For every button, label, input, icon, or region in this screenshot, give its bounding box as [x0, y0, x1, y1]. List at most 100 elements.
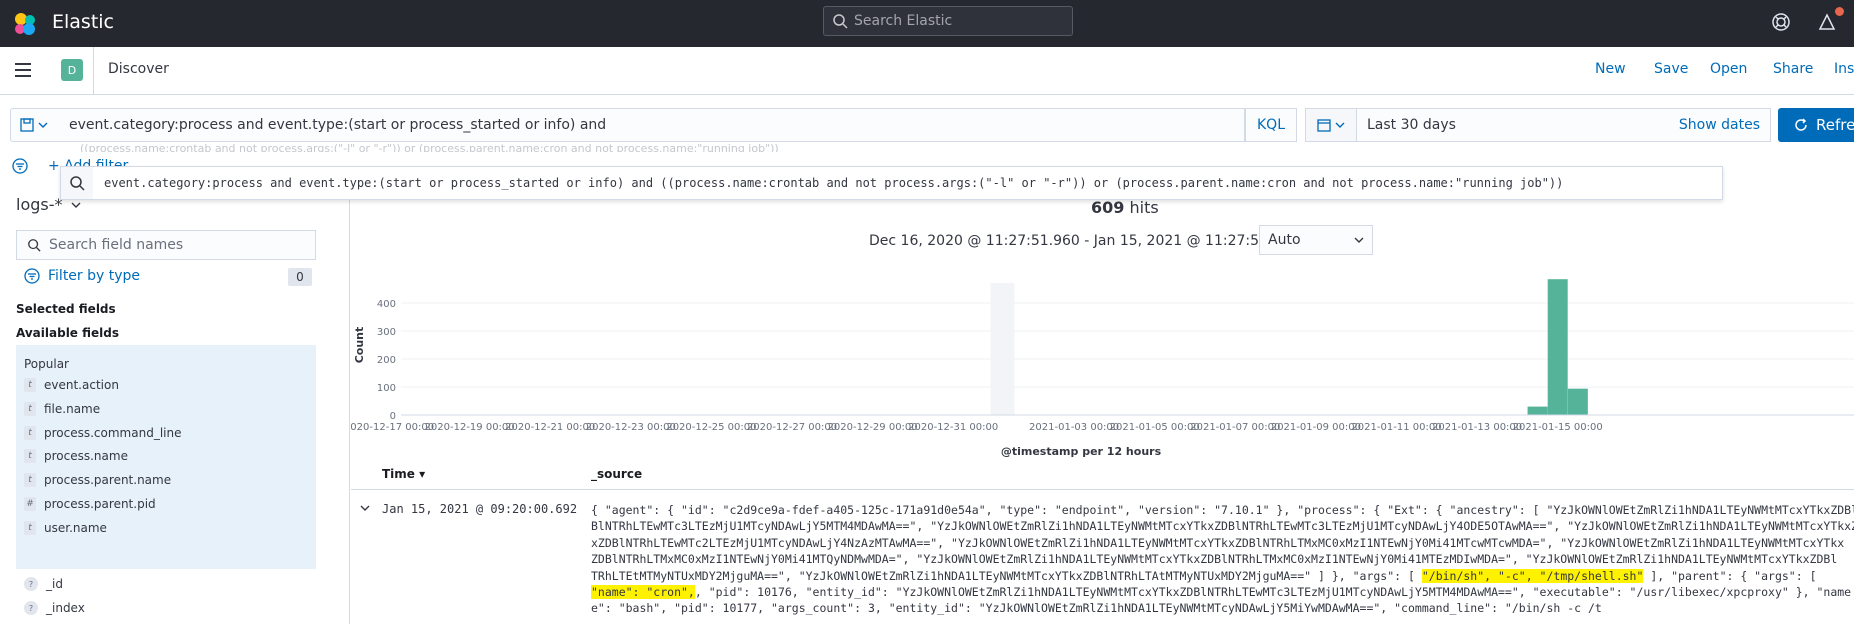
save-link[interactable]: Save: [1654, 61, 1688, 77]
query-input[interactable]: event.category:process and event.type:(s…: [57, 108, 1245, 142]
y-tick-label: 100: [377, 383, 396, 394]
field-item[interactable]: t file.name: [24, 399, 100, 419]
field-search-box[interactable]: [16, 230, 316, 260]
highlight-name: "name": "cron",: [591, 585, 695, 600]
hamburger-menu-icon[interactable]: [14, 61, 34, 79]
search-icon: [833, 14, 848, 29]
filter-count-badge: 0: [288, 268, 312, 286]
x-tick-label: 2020-12-27 00:00: [747, 422, 837, 433]
field-item[interactable]: # process.parent.pid: [24, 494, 156, 514]
time-band: [990, 283, 1015, 415]
x-tick-label: 2020-12-25 00:00: [666, 422, 756, 433]
available-fields-title: Available fields: [16, 326, 120, 340]
source-line: e": "bash", "pid": 10177, "args_count": …: [591, 601, 1602, 616]
field-sidebar: logs-* Filter by type 0 Selected fields …: [0, 190, 350, 624]
expand-row-icon[interactable]: [359, 502, 371, 514]
unknown-type-icon: ?: [24, 601, 38, 615]
elastic-logo-icon[interactable]: [12, 11, 38, 37]
chevron-down-icon: [38, 122, 48, 128]
date-range-label: Last 30 days: [1367, 117, 1456, 133]
saved-query-button[interactable]: [10, 108, 58, 142]
field-name: file.name: [44, 402, 101, 416]
search-icon: [28, 239, 41, 252]
histogram-bar: [1527, 406, 1548, 415]
histogram-chart[interactable]: Count01002003004002020-12-17 00:002020-1…: [351, 265, 1854, 460]
source-line: BlNTRhLTEwMTc3LTEzMjU1MTcyNDAwLjY5MTM4MD…: [591, 519, 1854, 534]
filter-by-type-label: Filter by type: [48, 268, 141, 284]
field-search-input[interactable]: [49, 237, 309, 253]
x-tick-label: 2020-12-31 00:00: [908, 422, 998, 433]
unknown-type-icon: ?: [24, 577, 38, 591]
query-suggestion-item[interactable]: event.category:process and event.type:(s…: [60, 166, 1723, 200]
x-tick-label: 2021-01-07 00:00: [1190, 422, 1280, 433]
query-overflow-text: ((process.name:crontab and not process.a…: [80, 142, 779, 152]
x-tick-label: 2021-01-13 00:00: [1432, 422, 1522, 433]
new-link[interactable]: New: [1595, 61, 1626, 77]
field-name: process.parent.name: [44, 473, 172, 487]
global-search-input[interactable]: [854, 13, 1064, 29]
row-source: { "agent": { "id": "c2d9ce9a-fdef-a405-1…: [591, 502, 1854, 617]
interval-value: Auto: [1268, 232, 1301, 248]
global-header: Elastic: [0, 0, 1854, 47]
inspect-link[interactable]: Ins: [1834, 61, 1854, 77]
hits-count: 609: [1091, 198, 1125, 217]
row-timestamp: Jan 15, 2021 @ 09:20:00.692: [382, 502, 578, 516]
y-tick-label: 0: [390, 411, 396, 422]
filter-options-icon[interactable]: [12, 158, 28, 174]
brand-name[interactable]: Elastic: [52, 11, 114, 33]
field-item[interactable]: t process.command_line: [24, 423, 181, 443]
save-query-icon: [20, 118, 34, 132]
filter-by-type-button[interactable]: Filter by type: [24, 268, 140, 284]
share-link[interactable]: Share: [1773, 61, 1813, 77]
field-item[interactable]: ? _id: [24, 574, 63, 594]
source-line: TRhLTEtMTMyNTUxMDY2MjguMA==", "YzJkOWNlO…: [591, 568, 1817, 583]
refresh-button[interactable]: Refre: [1778, 108, 1854, 142]
open-link[interactable]: Open: [1710, 61, 1747, 77]
page-title: Discover: [108, 61, 169, 77]
field-name: process.command_line: [44, 426, 182, 440]
show-dates-link[interactable]: Show dates: [1679, 117, 1760, 133]
popular-fields-group: Popular t event.action t file.name t pro…: [16, 345, 316, 569]
source-column-header: _source: [591, 467, 643, 481]
field-item[interactable]: t user.name: [24, 518, 107, 538]
search-icon: [70, 176, 85, 191]
doc-table-header: Time ▾ _source: [351, 460, 1854, 490]
hits-counter: 609 hits: [1091, 198, 1159, 217]
quick-date-menu-button[interactable]: [1305, 108, 1357, 142]
selected-fields-title: Selected fields: [16, 302, 116, 316]
string-type-icon: t: [24, 449, 36, 463]
time-column-header[interactable]: Time ▾: [382, 467, 425, 481]
filter-icon: [24, 268, 40, 284]
table-row: Jan 15, 2021 @ 09:20:00.692 { "agent": {…: [351, 490, 1854, 624]
histogram-bar: [1547, 279, 1568, 415]
field-item[interactable]: t process.parent.name: [24, 470, 171, 490]
field-name: _index: [46, 601, 85, 615]
chevron-down-icon: [1335, 122, 1345, 128]
index-pattern-name: logs-*: [16, 195, 63, 214]
field-item[interactable]: t event.action: [24, 375, 119, 395]
string-type-icon: t: [24, 521, 36, 535]
field-item[interactable]: t process.name: [24, 446, 128, 466]
field-name: event.action: [44, 378, 119, 392]
newsfeed-icon[interactable]: [1817, 12, 1837, 32]
query-language-button[interactable]: KQL: [1245, 108, 1297, 142]
space-avatar[interactable]: D: [61, 59, 83, 81]
source-line: "name": "cron",, "pid": 10176, "entity_i…: [591, 585, 1852, 600]
results-date-range: Dec 16, 2020 @ 11:27:51.960 - Jan 15, 20…: [869, 233, 1300, 249]
y-axis-label: Count: [353, 327, 366, 364]
source-line: xZDBlNTRhLTEwMTc2LTEzMjU1MTcyNDAwLjY4NzA…: [591, 535, 1845, 550]
chevron-down-icon: [71, 202, 80, 208]
interval-select[interactable]: Auto: [1259, 225, 1373, 255]
help-icon[interactable]: [1771, 12, 1791, 32]
global-search[interactable]: [823, 6, 1073, 36]
popular-label: Popular: [24, 357, 69, 371]
x-tick-label: 2020-12-21 00:00: [505, 422, 595, 433]
notification-badge: [1835, 7, 1844, 16]
nav-divider: [93, 47, 94, 94]
date-range-field[interactable]: Last 30 days Show dates: [1357, 108, 1771, 142]
string-type-icon: t: [24, 402, 36, 416]
refresh-icon: [1795, 118, 1807, 131]
calendar-icon: [1317, 119, 1331, 132]
refresh-label: Refre: [1816, 116, 1854, 134]
field-item[interactable]: ? _index: [24, 598, 85, 618]
